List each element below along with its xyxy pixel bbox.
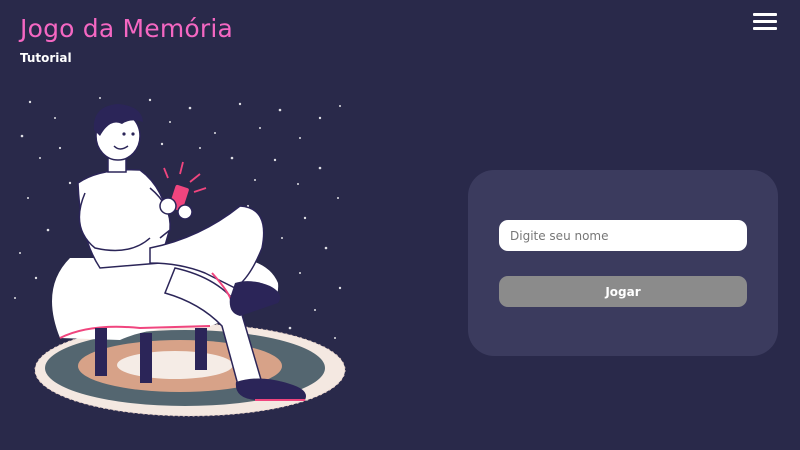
page-title: Jogo da Memória xyxy=(20,14,234,43)
login-card xyxy=(468,170,778,356)
menu-bar-bottom xyxy=(753,27,777,30)
play-button[interactable]: Jogar xyxy=(499,276,747,307)
hamburger-menu-icon[interactable] xyxy=(752,11,780,33)
player-name-input[interactable] xyxy=(499,220,747,251)
hero-illustration xyxy=(14,97,346,417)
menu-bar-middle xyxy=(753,20,777,23)
menu-bar-top xyxy=(753,13,777,16)
page-subtitle: Tutorial xyxy=(20,51,72,65)
